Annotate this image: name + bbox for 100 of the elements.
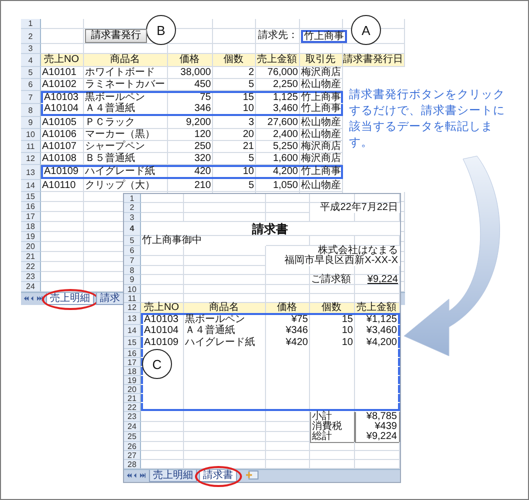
column-header: 売上NO (41, 54, 84, 66)
table-cell-text: マーカー（黒） (84, 129, 156, 140)
invoice-date: 平成22年7月22日 (310, 203, 400, 213)
amount-label: ご請求額 (310, 275, 352, 285)
row-number: 19 (124, 376, 141, 385)
row-number: 8 (124, 266, 141, 275)
amount-value: ¥9,224 (367, 275, 398, 285)
table-cell-text: 450 (193, 79, 212, 90)
table-cell-text: 3,460 (272, 104, 299, 116)
table-cell-text: 松山物産 (300, 117, 342, 128)
row-number: 8 (21, 104, 41, 117)
table-cell-text: Ａ４普通紙 (184, 325, 236, 336)
sheet-tab[interactable]: 売上明細 (46, 293, 94, 305)
table-cell-text: 3 (247, 117, 255, 128)
table-cell-text: 10 (242, 104, 255, 116)
table-cell-text: 松山物産 (300, 79, 342, 90)
row-number: 11 (21, 141, 41, 153)
total-value: ¥8,785 (355, 412, 400, 423)
row-number: 19 (21, 232, 41, 242)
table-cell-text: 2,400 (272, 129, 299, 140)
row-number: 22 (21, 262, 41, 272)
table-cell-text: Ｂ５普通紙 (84, 153, 136, 164)
row-number: 16 (21, 202, 41, 212)
table-cell-text: 1,050 (272, 180, 299, 191)
column-header: 商品名 (84, 54, 168, 66)
table-cell-text: 梅沢商店 (300, 141, 342, 152)
row-number: 18 (21, 222, 41, 232)
table-cell-text: 4,200 (272, 165, 299, 179)
issue-invoice-button[interactable]: 請求書発行 (85, 29, 147, 43)
column-header: 売上NO (141, 303, 184, 313)
row-number: 23 (124, 412, 141, 422)
row-number: 22 (124, 403, 141, 412)
row-number: 27 (124, 451, 141, 460)
row-number: 9 (21, 117, 41, 129)
row-number: 1 (21, 19, 41, 29)
table-cell-text: 20 (242, 129, 255, 140)
column-header: 価格 (168, 54, 213, 66)
description-text: 請求書発行ボタンをクリックするだけで、請求書シートに該当するデータを転記します。 (349, 88, 506, 151)
row-number: 5 (21, 67, 41, 79)
table-cell-text: 27,600 (266, 117, 299, 128)
row-number: 28 (124, 460, 141, 469)
table-cell-text: A10107 (41, 141, 78, 152)
column-header: 個数 (310, 303, 355, 313)
sheet-navigation-icon[interactable] (24, 295, 44, 302)
table-cell-text: 竹上商事 (300, 91, 342, 103)
row-number: 17 (21, 212, 41, 222)
table-cell-text: A10108 (41, 153, 78, 164)
sheet-tab[interactable]: 売上明細 (149, 470, 197, 482)
row-number: 14 (124, 325, 141, 337)
table-cell-text: 5 (247, 180, 255, 191)
table-cell-text: ハイグレード紙 (84, 165, 156, 179)
table-cell-text: A10101 (41, 67, 78, 78)
billing-field[interactable]: 竹上商事 (301, 30, 347, 42)
row-number: 4 (124, 222, 141, 236)
row-number: 13 (124, 313, 141, 325)
table-cell-text: 15 (340, 313, 354, 325)
row-number: 15 (124, 337, 141, 349)
table-cell-text: ¥75 (290, 313, 309, 325)
table-cell-text: 10 (340, 337, 354, 348)
row-number: 10 (21, 129, 41, 141)
row-number: 2 (21, 29, 41, 44)
table-cell-text: クリップ（大） (84, 180, 156, 191)
table-cell-text: 10 (242, 165, 255, 179)
table-cell-text: ¥3,460 (365, 325, 398, 336)
row-number: 1 (124, 194, 141, 203)
table-cell-text: 10 (340, 325, 354, 336)
table-cell-text: 黒ボールペン (184, 313, 246, 325)
row-number: 7 (124, 256, 141, 266)
row-number: 25 (124, 432, 141, 442)
row-number: 10 (124, 285, 141, 294)
row-number: 7 (21, 91, 41, 104)
row-number: 26 (124, 442, 141, 451)
row-number: 4 (21, 54, 41, 67)
table-cell-text: 320 (193, 153, 212, 164)
column-header: 価格 (266, 303, 310, 313)
sheet-tab[interactable]: 請求書 (199, 470, 237, 482)
column-header: 商品名 (184, 303, 266, 313)
table-cell-text: 250 (193, 141, 212, 152)
table-cell-text: ¥420 (284, 337, 309, 348)
column-header: 売上金額 (355, 303, 400, 313)
row-number: 6 (124, 246, 141, 256)
table-cell-text: ハイグレード紙 (184, 337, 256, 348)
table-cell-text: 21 (242, 141, 255, 152)
table-cell-text: A10104 (43, 104, 80, 116)
table-cell-text: A10102 (41, 79, 78, 90)
table-cell-text: 15 (242, 91, 255, 103)
table-cell-text: 9,200 (184, 117, 212, 128)
table-cell-text: 210 (193, 180, 212, 191)
row-number: 12 (124, 303, 141, 313)
table-cell-text: 2 (247, 67, 255, 78)
sheet-tab[interactable]: 請求 (96, 293, 124, 305)
table-cell-text: 黒ボールペン (84, 91, 146, 103)
table-cell-text: ラミネートカバー (84, 79, 166, 90)
row-number: 12 (21, 153, 41, 165)
table-cell-text: 420 (193, 165, 212, 179)
table-cell-text: 竹上商事 (300, 165, 342, 179)
sheet-navigation-icon[interactable] (127, 472, 147, 479)
table-cell-text: A10105 (41, 117, 78, 128)
table-cell-text: A10104 (143, 325, 180, 336)
table-cell-text: 76,000 (266, 67, 299, 78)
